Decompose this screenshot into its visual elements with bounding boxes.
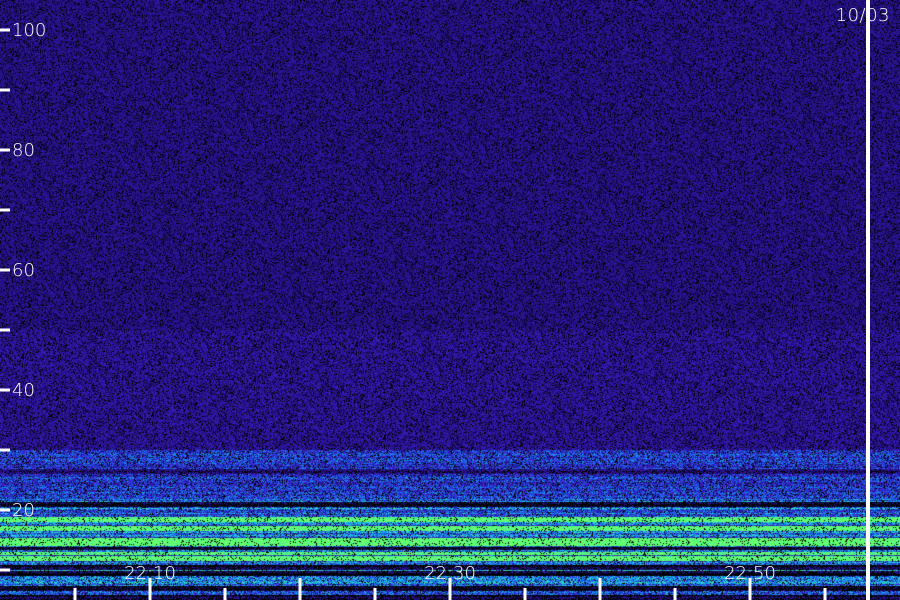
x-axis: 22:10 22:30 22:50	[73, 563, 827, 600]
y-tick-label-60: 60	[12, 260, 35, 281]
date-label: 10/03	[835, 5, 890, 26]
y-tick-label-40: 40	[12, 380, 35, 401]
y-tick-label-100: 100	[12, 20, 46, 41]
x-tick-label-22:30: 22:30	[424, 563, 476, 584]
x-tick-label-22:50: 22:50	[724, 563, 776, 584]
x-tick-label-22:10: 22:10	[124, 563, 176, 584]
y-axis: 20 40 60 80 100	[0, 20, 46, 572]
y-tick-label-20: 20	[12, 500, 35, 521]
y-tick-label-80: 80	[12, 140, 35, 161]
chart-axes-overlay: 20 40 60 80 100 22:10 22:30 22:50	[0, 0, 870, 600]
